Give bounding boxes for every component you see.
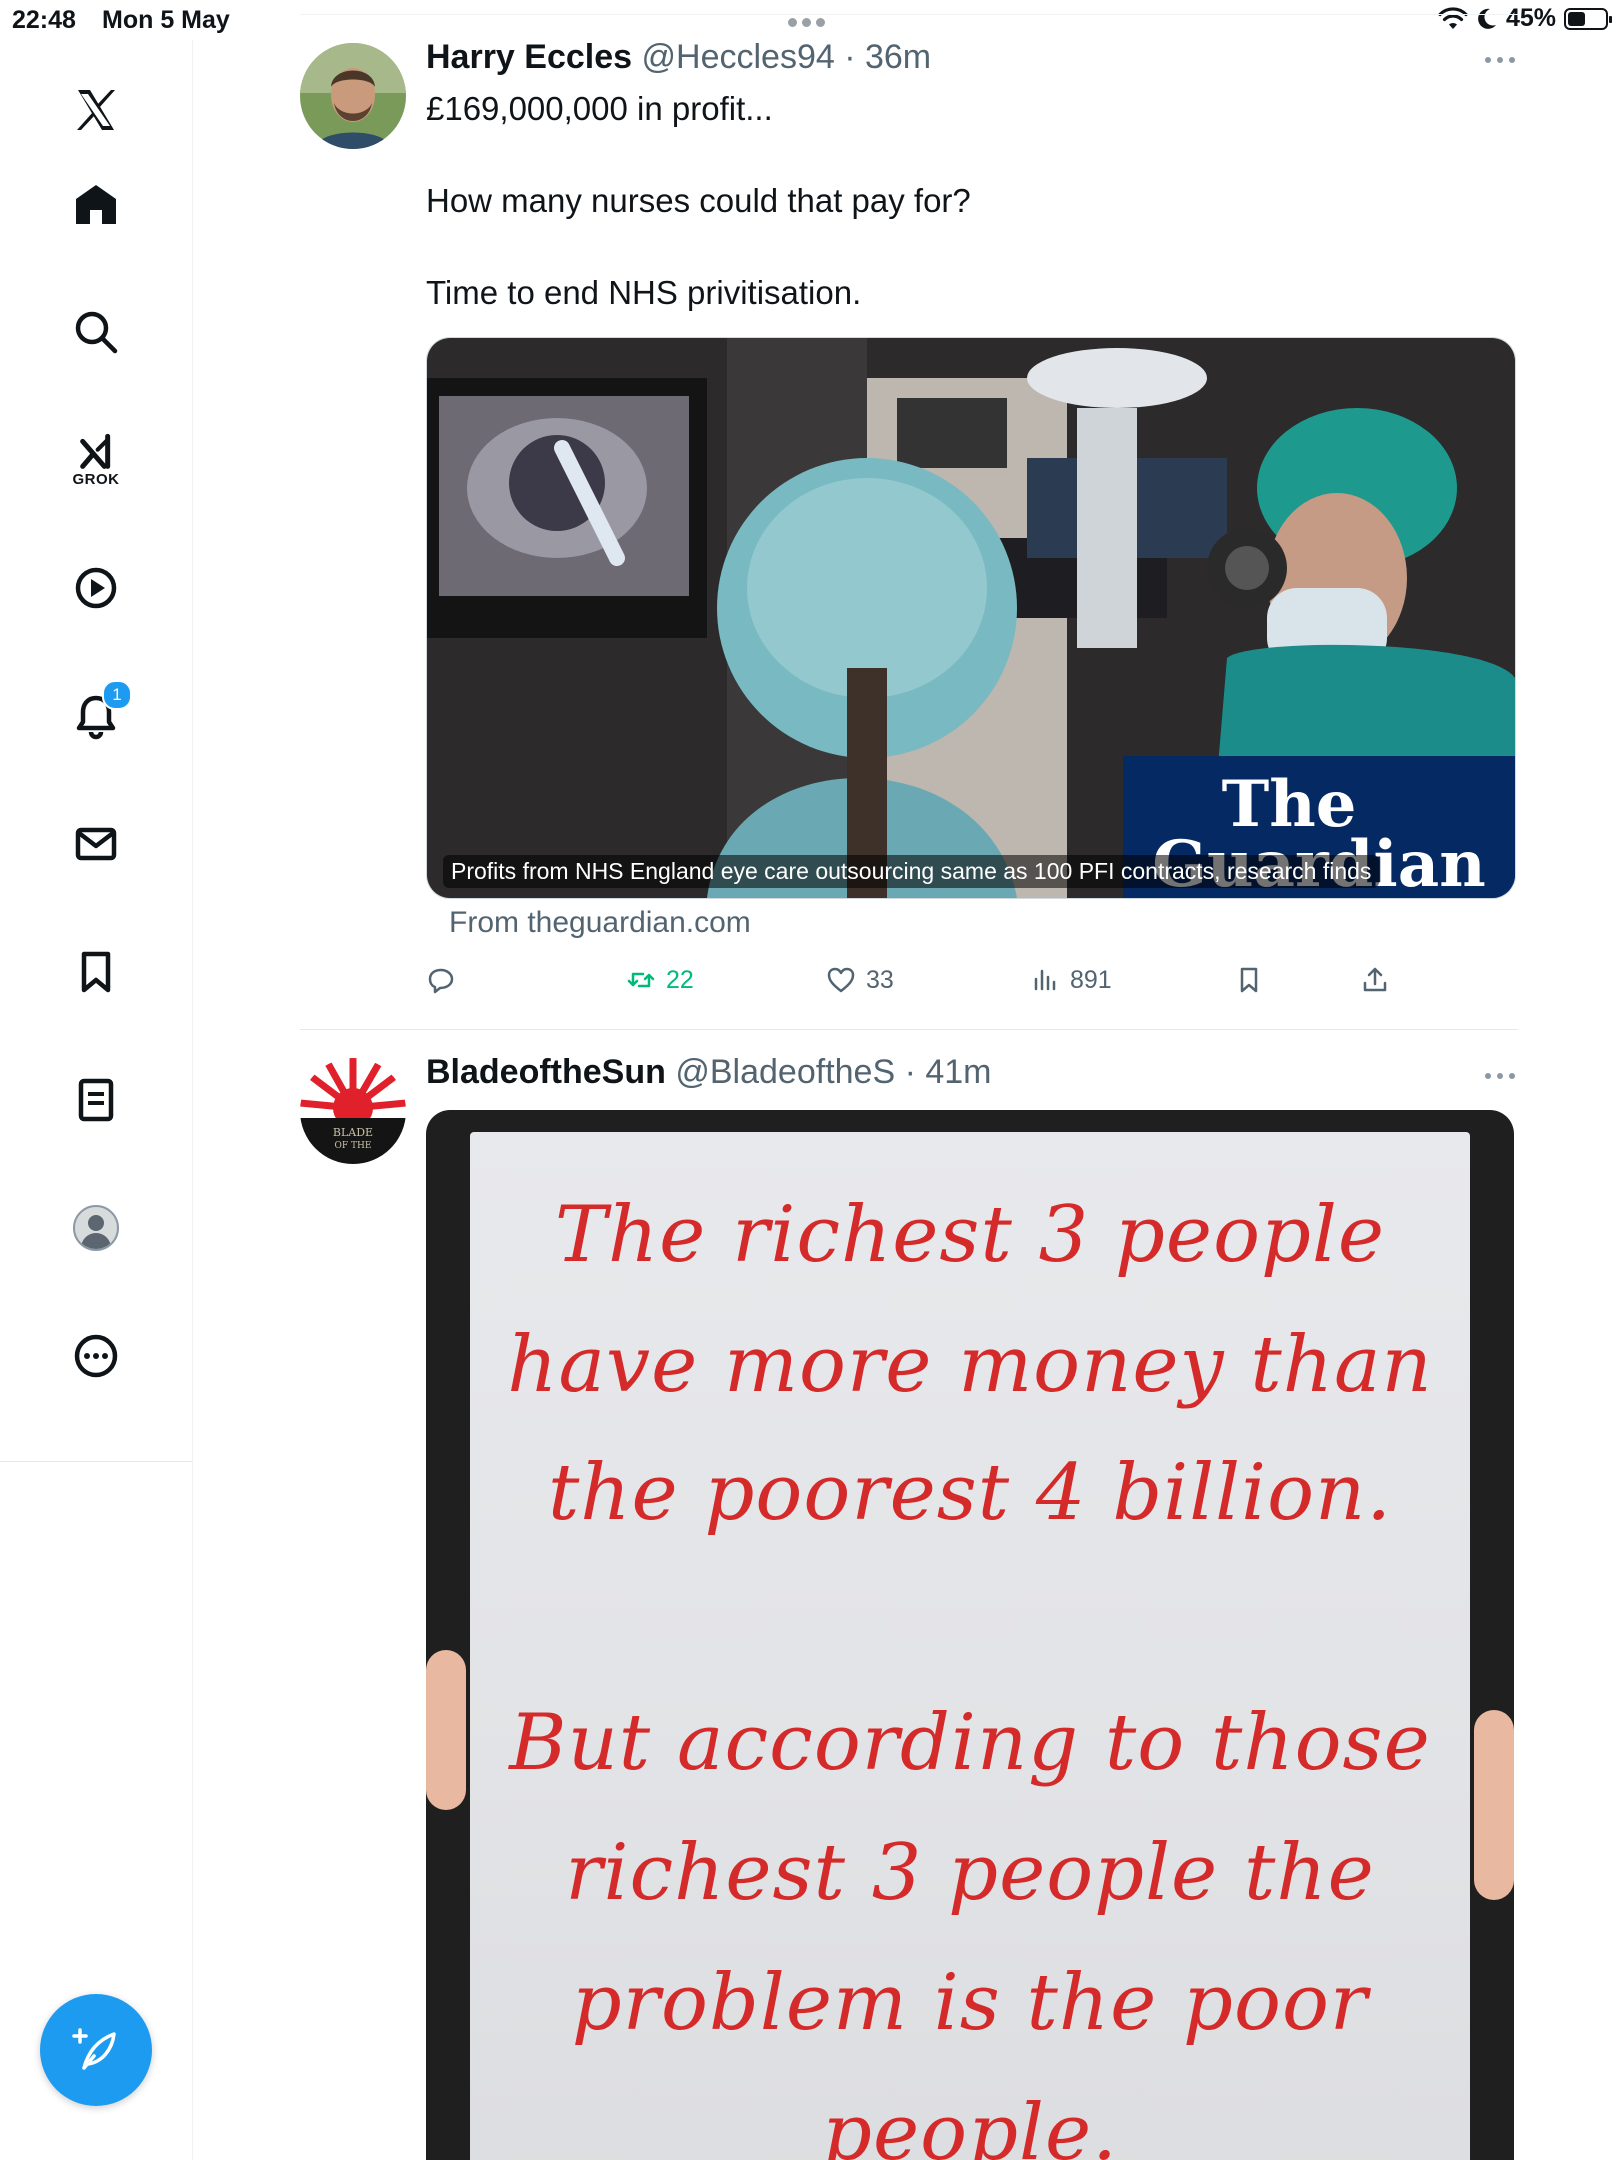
status-date: Mon 5 May (102, 6, 230, 34)
hand-left (426, 1650, 466, 1810)
avatar-text-line1: BLADE (333, 1126, 373, 1139)
battery-percent: 45% (1505, 4, 1556, 32)
tweet-text-line: Time to end NHS privitisation. (426, 274, 862, 311)
bookmark-button[interactable] (1234, 958, 1264, 1002)
author-name[interactable]: Harry Eccles (426, 38, 632, 76)
hand-right (1474, 1710, 1514, 1900)
heart-icon (827, 967, 855, 993)
tweet-more-icon[interactable] (1480, 50, 1520, 70)
avatar-text-line2: OF THE (335, 1141, 372, 1151)
view-count: 891 (1070, 965, 1112, 994)
sidebar-nav: GROK 1 (0, 40, 193, 2160)
tweet-header: BladeoftheSun @BladeoftheS · 41m (426, 1053, 992, 1092)
compose-button[interactable] (40, 1994, 152, 2106)
search-icon[interactable] (56, 292, 136, 372)
tweet-text-line: How many nurses could that pay for? (426, 182, 971, 219)
compose-icon (72, 2028, 116, 2070)
wifi-icon (1438, 6, 1468, 29)
reply-icon (428, 968, 454, 994)
like-button[interactable]: 33 (826, 958, 894, 1002)
tweet-avatar[interactable]: BLADE OF THE (300, 1058, 406, 1164)
tweet-avatar[interactable] (300, 43, 406, 149)
card-caption: Profits from NHS England eye care outsou… (443, 855, 1380, 888)
tweet-time[interactable]: 36m (865, 38, 931, 76)
views-button[interactable]: 891 (1030, 958, 1112, 1002)
grok-icon[interactable]: GROK (56, 420, 136, 500)
status-right: 45% (1438, 4, 1612, 33)
tweet-time[interactable]: 41m (925, 1053, 991, 1091)
whiteboard-text-line: But according to those (509, 1698, 1431, 1788)
whiteboard: The richest 3 people have more money tha… (470, 1132, 1470, 2160)
status-time: 22:48 (12, 6, 76, 34)
retweet-button[interactable]: 22 (626, 958, 694, 1002)
more-icon[interactable] (56, 1316, 136, 1396)
retweet-count: 22 (666, 965, 694, 994)
whiteboard-text-line: problem is the poor (571, 1958, 1369, 2048)
like-count: 33 (866, 965, 894, 994)
notification-badge: 1 (102, 680, 132, 710)
whiteboard-text-line: richest 3 people the (565, 1828, 1375, 1918)
home-icon[interactable] (56, 164, 136, 244)
profile-icon[interactable] (56, 1188, 136, 1268)
card-image: The Guardian (427, 338, 1515, 898)
messages-icon[interactable] (56, 804, 136, 884)
author-name[interactable]: BladeoftheSun (426, 1053, 666, 1091)
video-icon[interactable] (56, 548, 136, 628)
grok-label: GROK (72, 470, 120, 488)
lists-icon[interactable] (56, 1060, 136, 1140)
analytics-icon (1034, 969, 1056, 991)
author-handle[interactable]: @BladeoftheS (675, 1053, 895, 1091)
link-card[interactable]: The Guardian Profits from NHS England ey… (426, 337, 1516, 899)
tweet-divider (300, 1029, 1518, 1030)
battery-icon (1564, 7, 1612, 30)
reply-button[interactable] (426, 958, 456, 1002)
tweet-image[interactable]: The richest 3 people have more money tha… (426, 1110, 1514, 2160)
bookmark-icon (1240, 967, 1258, 993)
x-logo-icon[interactable] (56, 70, 136, 150)
notifications-icon[interactable]: 1 (56, 676, 136, 756)
avatar-photo (300, 43, 406, 149)
tweet-text: £169,000,000 in profit... How many nurse… (426, 86, 971, 316)
sidebar-divider (0, 1461, 192, 1462)
tweet-text-line: £169,000,000 in profit... (426, 90, 773, 127)
whiteboard-text-line: the poorest 4 billion. (547, 1448, 1393, 1538)
share-icon (1363, 967, 1387, 992)
multitasking-dots[interactable] (788, 14, 830, 32)
whiteboard-text-line: people. (822, 2088, 1118, 2160)
author-handle[interactable]: @Heccles94 (642, 38, 835, 76)
avatar (73, 1205, 119, 1251)
moon-icon (1478, 8, 1496, 29)
tweet-actions: 22 33 891 (426, 958, 1506, 1002)
share-button[interactable] (1360, 958, 1390, 1002)
tweet-more-icon[interactable] (1480, 1066, 1520, 1086)
bookmarks-icon[interactable] (56, 932, 136, 1012)
avatar-rising-sun: BLADE OF THE (300, 1058, 406, 1164)
card-source[interactable]: From theguardian.com (449, 906, 751, 940)
feed-top-divider (300, 14, 1518, 15)
separator-dot: · (834, 38, 865, 76)
tweet-header: Harry Eccles @Heccles94 · 36m (426, 38, 931, 77)
whiteboard-text-line: The richest 3 people (554, 1190, 1386, 1280)
retweet-icon (627, 972, 655, 988)
status-bar: 22:48 Mon 5 May 45% (0, 0, 1620, 40)
separator-dot: · (895, 1053, 926, 1091)
whiteboard-text-line: have more money than (507, 1320, 1433, 1410)
